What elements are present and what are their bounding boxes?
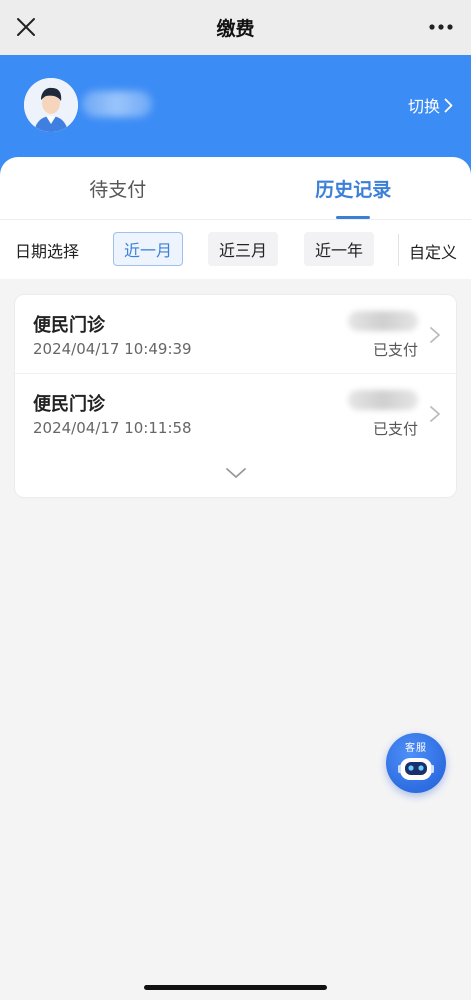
switch-label: 切换 [407, 97, 440, 116]
payment-records-list: 便民门诊 2024/04/17 10:49:39 已支付 便民门诊 2024/0… [14, 294, 458, 498]
user-name-blurred [82, 91, 152, 117]
record-title: 便民门诊 [33, 315, 105, 336]
tab-bar: 待支付 历史记录 [0, 157, 471, 220]
tab-history[interactable]: 历史记录 [236, 157, 471, 219]
chevron-right-icon [430, 327, 440, 343]
switch-user-button[interactable]: 切换 [408, 93, 453, 117]
filter-last-month[interactable]: 近一月 [113, 232, 184, 266]
filter-divider [398, 234, 399, 266]
record-status: 已支付 [372, 420, 418, 438]
robot-icon [398, 758, 434, 780]
record-amount-blurred [348, 311, 418, 331]
customer-service-label: 客服 [405, 743, 427, 754]
date-filter-label: 日期选择 [15, 241, 80, 261]
close-icon[interactable] [12, 13, 40, 41]
chevron-right-icon [444, 98, 453, 112]
home-indicator [144, 985, 327, 990]
chevron-down-icon[interactable] [224, 465, 248, 481]
record-status: 已支付 [372, 341, 418, 359]
record-amount-blurred [348, 390, 418, 410]
customer-service-button[interactable]: 客服 [386, 733, 446, 793]
nav-bar: 缴费 [0, 0, 471, 55]
page-title: 缴费 [216, 18, 255, 40]
filter-last-three-months[interactable]: 近三月 [208, 232, 279, 266]
filter-last-year[interactable]: 近一年 [304, 232, 375, 266]
chevron-right-icon [430, 406, 440, 422]
record-time: 2024/04/17 10:49:39 [33, 340, 192, 358]
avatar [24, 78, 78, 132]
record-time: 2024/04/17 10:11:58 [33, 419, 192, 437]
list-item[interactable]: 便民门诊 2024/04/17 10:49:39 已支付 [15, 295, 458, 374]
date-filter: 日期选择 近一月 近三月 近一年 自定义 [0, 220, 471, 279]
list-item[interactable]: 便民门诊 2024/04/17 10:11:58 已支付 [15, 374, 458, 453]
tab-pending-payment[interactable]: 待支付 [0, 157, 236, 219]
more-icon[interactable] [425, 13, 457, 41]
filter-custom[interactable]: 自定义 [409, 239, 457, 263]
record-title: 便民门诊 [33, 394, 105, 415]
